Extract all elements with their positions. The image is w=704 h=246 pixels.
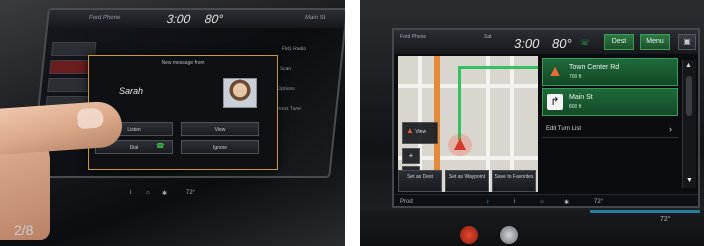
route-line	[458, 66, 538, 69]
location-label: Main St	[304, 15, 326, 21]
bottom-bar: i ⌂ ✱ 72°	[110, 190, 220, 202]
status-bar: Ford Phone 3:00 80° Main St	[47, 10, 345, 28]
cabin-temp: 72°	[186, 190, 196, 196]
save-to-favorites-button[interactable]: Save to Favorites	[492, 170, 536, 192]
side-menu-item[interactable]	[47, 78, 93, 92]
contact-avatar	[223, 78, 257, 108]
info-icon[interactable]: i	[130, 190, 131, 196]
turn-list: ▲ Town Center Rd 700 ft ↱ Main St 800 ft…	[542, 58, 678, 188]
status-bar: Ford Phone Sat 3:00 80° ☏ Dest Menu ▣	[394, 30, 698, 54]
lower-dashboard	[360, 210, 704, 246]
dest-button[interactable]: Dest	[604, 34, 634, 50]
scroll-thumb[interactable]	[686, 76, 692, 116]
sender-name: Sarah	[119, 86, 144, 96]
turn-distance: 800 ft	[569, 104, 582, 110]
edit-turn-list-label: Edit Turn List	[546, 126, 582, 132]
bottom-bar: Prod ♪ i ⌂ ✱ 72°	[394, 194, 698, 206]
view-label: View	[415, 129, 427, 135]
compass-arrow-icon: ▲	[406, 126, 414, 135]
outside-temp: 80°	[204, 12, 224, 26]
phone-source-label: Ford Phone	[88, 15, 121, 21]
hazard-knob[interactable]	[460, 226, 478, 244]
home-icon[interactable]: ⌂	[146, 190, 150, 196]
side-menu-item[interactable]	[50, 42, 97, 56]
clock-time: 3:00	[514, 36, 540, 51]
dialog-title: New message from	[161, 60, 205, 66]
ambient-light-strip	[590, 210, 700, 213]
scroll-up-icon[interactable]: ▲	[685, 62, 692, 69]
phone-source-label: Ford Phone	[400, 34, 427, 40]
clock-time: 3:00	[166, 12, 191, 26]
map-mode-icon[interactable]: ▣	[678, 34, 696, 50]
radio-label[interactable]: FM1 Radio	[281, 46, 306, 52]
turn-list-item[interactable]: ↱ Main St 800 ft	[542, 88, 678, 116]
scroll-down-icon[interactable]: ▼	[686, 177, 693, 184]
info-icon[interactable]: i	[514, 199, 515, 205]
control-knob[interactable]	[500, 226, 518, 244]
zoom-in-button[interactable]: +	[402, 148, 420, 164]
turn-list-item[interactable]: ▲ Town Center Rd 700 ft	[542, 58, 678, 86]
set-as-waypoint-button[interactable]: Set as Waypoint	[445, 170, 489, 192]
passenger-temp: 72°	[660, 216, 671, 223]
turn-distance: 700 ft	[569, 74, 582, 80]
zoom-in-icon: +	[408, 151, 414, 160]
turn-right-icon: ↱	[547, 94, 563, 110]
sat-label: Sat	[484, 34, 492, 40]
climate-icon[interactable]: ✱	[162, 190, 167, 197]
chevron-right-icon: ›	[669, 124, 672, 134]
phone-icon: ☏	[580, 38, 591, 47]
route-line	[458, 66, 461, 140]
edit-turn-list-button[interactable]: Edit Turn List ›	[542, 122, 678, 138]
turn-street: Main St	[569, 94, 593, 101]
options-label[interactable]: Options	[277, 86, 295, 92]
home-icon[interactable]: ⌂	[540, 199, 544, 205]
outside-temp: 80°	[552, 36, 572, 51]
direct-tune-label[interactable]: Direct Tune	[275, 106, 301, 112]
view-button[interactable]: ▲ View	[402, 122, 438, 144]
cabin-temp: 72°	[594, 199, 604, 205]
control-knob-label: 2/8	[14, 222, 34, 238]
set-as-dest-button[interactable]: Set as Dest	[398, 170, 442, 192]
menu-button[interactable]: Menu	[640, 34, 670, 50]
warning-icon: ▲	[547, 63, 563, 80]
ignore-button[interactable]: Ignore	[181, 140, 259, 154]
scan-label[interactable]: Scan	[279, 66, 291, 72]
scrollbar[interactable]: ▲ ▼	[682, 60, 696, 188]
view-button[interactable]: View	[181, 122, 259, 136]
vehicle-position-icon	[454, 138, 466, 150]
climate-icon[interactable]: ✱	[564, 199, 569, 206]
fingernail	[76, 107, 105, 130]
right-photo-panel: Ford Phone Sat 3:00 80° ☏ Dest Menu ▣ ▲ …	[360, 0, 704, 246]
bottom-left-label: Prod	[400, 199, 413, 205]
music-note-icon[interactable]: ♪	[486, 199, 489, 205]
touchscreen-right: Ford Phone Sat 3:00 80° ☏ Dest Menu ▣ ▲ …	[392, 28, 700, 208]
left-photo-panel: Ford Phone 3:00 80° Main St FM1 Radio Sc…	[0, 0, 345, 246]
phone-icon: ☎	[156, 143, 165, 150]
turn-street: Town Center Rd	[569, 64, 620, 71]
